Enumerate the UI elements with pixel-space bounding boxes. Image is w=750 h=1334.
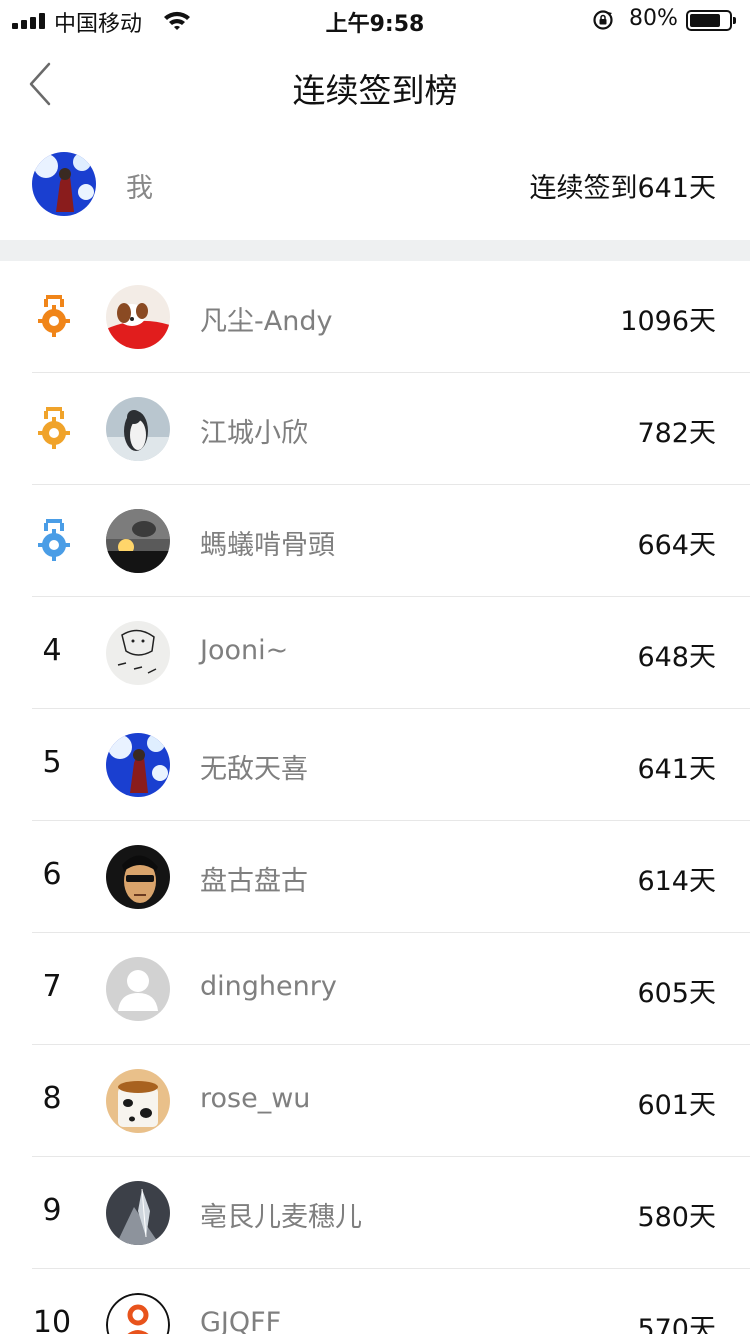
rank-number: 7 bbox=[42, 969, 62, 1004]
user-name: 螞蟻啃骨頭 bbox=[200, 530, 335, 561]
user-name: Jooni~ bbox=[200, 635, 289, 666]
leaderboard-row[interactable]: 7 dinghenry 605天 bbox=[0, 933, 750, 1045]
streak-days: 580天 bbox=[637, 1202, 716, 1233]
rank-number: 5 bbox=[42, 745, 62, 780]
status-bar: 中国移动 上午9:58 80% bbox=[0, 0, 750, 40]
section-divider bbox=[0, 240, 750, 261]
sunset-avatar bbox=[106, 509, 170, 573]
rank-number: 6 bbox=[42, 857, 62, 892]
leaderboard-row[interactable]: 螞蟻啃骨頭 664天 bbox=[0, 485, 750, 597]
streak-days: 664天 bbox=[637, 530, 716, 561]
penguin-avatar bbox=[106, 397, 170, 461]
default-avatar bbox=[106, 957, 170, 1021]
leaderboard-list: 凡尘-Andy 1096天 江城小欣 782天 螞蟻啃骨頭 664天 4 Joo… bbox=[0, 261, 750, 1334]
user-name: 盘古盘古 bbox=[200, 866, 308, 897]
leaderboard-row[interactable]: 8 rose_wu 601天 bbox=[0, 1045, 750, 1157]
streak-days: 601天 bbox=[637, 1090, 716, 1121]
rank-number: 4 bbox=[42, 633, 62, 668]
page-title: 连续签到榜 bbox=[292, 71, 458, 110]
rotation-lock-icon bbox=[593, 10, 613, 30]
my-streak: 连续签到641天 bbox=[529, 173, 716, 204]
battery-percent: 80% bbox=[629, 6, 678, 31]
user-name: rose_wu bbox=[200, 1083, 311, 1114]
streak-days: 570天 bbox=[637, 1314, 716, 1334]
crystal-avatar bbox=[106, 1181, 170, 1245]
battery-icon bbox=[686, 10, 736, 31]
rank-number: 10 bbox=[32, 1305, 72, 1334]
leaderboard-row[interactable]: 6 盘古盘古 614天 bbox=[0, 821, 750, 933]
bronze-medal-icon bbox=[38, 519, 70, 561]
streak-days: 641天 bbox=[637, 754, 716, 785]
dog-avatar bbox=[106, 285, 170, 349]
leaderboard-row[interactable]: 5 无敌天喜 641天 bbox=[0, 709, 750, 821]
user-name: dinghenry bbox=[200, 971, 337, 1002]
user-name: GJQFF bbox=[200, 1307, 282, 1334]
leaderboard-row[interactable]: 江城小欣 782天 bbox=[0, 373, 750, 485]
leaderboard-row[interactable]: 10 GJQFF 570天 bbox=[0, 1269, 750, 1334]
rank-number: 9 bbox=[42, 1193, 62, 1228]
blue-sky-avatar bbox=[106, 733, 170, 797]
user-name: 亳艮儿麦穗儿 bbox=[200, 1202, 362, 1233]
user-name: 凡尘-Andy bbox=[200, 306, 333, 337]
my-avatar bbox=[32, 152, 96, 216]
user-name: 无敌天喜 bbox=[200, 754, 308, 785]
gold-medal-icon bbox=[38, 295, 70, 337]
streak-days: 1096天 bbox=[620, 306, 716, 337]
my-name: 我 bbox=[126, 173, 153, 204]
cup-avatar bbox=[106, 1069, 170, 1133]
streak-days: 605天 bbox=[637, 978, 716, 1009]
leaderboard-row[interactable]: 9 亳艮儿麦穗儿 580天 bbox=[0, 1157, 750, 1269]
sunglasses-avatar bbox=[106, 845, 170, 909]
my-rank-row[interactable]: 我 连续签到641天 bbox=[0, 128, 750, 240]
streak-days: 648天 bbox=[637, 642, 716, 673]
streak-days: 782天 bbox=[637, 418, 716, 449]
orange-person-avatar bbox=[106, 1293, 170, 1334]
navigation-bar: 连续签到榜 bbox=[0, 40, 750, 128]
leaderboard-row[interactable]: 4 Jooni~ 648天 bbox=[0, 597, 750, 709]
silver-medal-icon bbox=[38, 407, 70, 449]
streak-days: 614天 bbox=[637, 866, 716, 897]
sketch-avatar bbox=[106, 621, 170, 685]
rank-number: 8 bbox=[42, 1081, 62, 1116]
user-name: 江城小欣 bbox=[200, 418, 308, 449]
leaderboard-row[interactable]: 凡尘-Andy 1096天 bbox=[0, 261, 750, 373]
